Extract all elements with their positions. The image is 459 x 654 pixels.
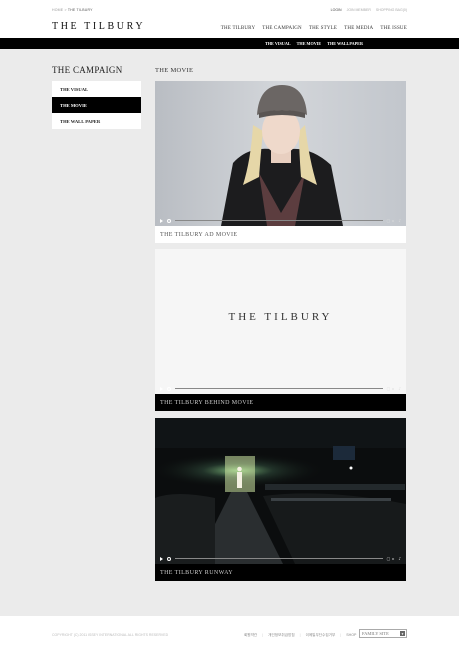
utility-links: LOGIN JOIN MEMBER SHOPPING BAG(0) [331, 8, 407, 12]
play-icon[interactable] [160, 218, 163, 223]
model-photo [155, 81, 406, 226]
volume-icon[interactable]: ♪ [398, 218, 401, 223]
fullscreen-icon[interactable]: ▢ ▫ [387, 556, 395, 561]
sidebar-item-the-wall-paper[interactable]: THE WALL PAPER [52, 113, 141, 129]
seek-track[interactable] [175, 220, 383, 221]
video-caption: THE TILBURY RUNWAY [155, 564, 406, 581]
nav-the-campaign[interactable]: THE CAMPAIGN [262, 26, 302, 31]
subnav-the-movie[interactable]: THE MOVIE [297, 41, 322, 46]
volume-icon[interactable]: ♪ [398, 386, 401, 391]
seek-track[interactable] [175, 558, 383, 559]
shopping-bag-link[interactable]: SHOPPING BAG(0) [376, 8, 407, 12]
page-title: THE MOVIE [155, 67, 194, 74]
global-nav: THE TILBURY THE CAMPAIGN THE STYLE THE M… [221, 26, 407, 31]
nav-the-tilbury[interactable]: THE TILBURY [221, 26, 255, 31]
play-icon[interactable] [160, 386, 163, 391]
volume-icon[interactable]: ♪ [398, 556, 401, 561]
footer-links: 회원약관 | 개인정보취급방침 | 이메일무단수집거부 | SHOP [244, 633, 356, 638]
breadcrumb-current: THE TILBURY [67, 8, 93, 12]
video-card-runway: ▢ ▫ ♪ THE TILBURY RUNWAY [155, 418, 406, 581]
video-player[interactable]: THE TILBURY ▢ ▫ ♪ [155, 249, 406, 394]
play-icon[interactable] [160, 556, 163, 561]
seek-knob-icon[interactable] [167, 386, 171, 391]
sub-nav-bar [0, 38, 459, 49]
footer-divider: | [340, 633, 342, 637]
footer-divider: | [299, 633, 301, 637]
video-card-ad-movie: ▢ ▫ ♪ THE TILBURY AD MOVIE [155, 81, 406, 243]
footer-link-privacy[interactable]: 개인정보취급방침 [268, 633, 294, 638]
fullscreen-icon[interactable]: ▢ ▫ [387, 386, 395, 391]
player-controls: ▢ ▫ ♪ [155, 553, 406, 564]
player-logo-text: THE TILBURY [228, 311, 333, 323]
subnav-the-visual[interactable]: THE VISUAL [265, 41, 291, 46]
seek-knob-icon[interactable] [167, 556, 171, 561]
video-player[interactable]: ▢ ▫ ♪ [155, 418, 406, 564]
sidebar-menu: THE VISUAL THE MOVIE THE WALL PAPER [52, 81, 141, 129]
nav-the-issue[interactable]: THE ISSUE [380, 26, 407, 31]
fullscreen-icon[interactable]: ▢ ▫ [387, 218, 395, 223]
video-player[interactable]: ▢ ▫ ♪ [155, 81, 406, 226]
chevron-down-icon[interactable]: ▼ [400, 631, 405, 636]
sub-nav: THE VISUAL THE MOVIE THE WALLPAPER [265, 41, 363, 46]
sidebar-title: THE CAMPAIGN [52, 65, 123, 75]
footer-link-shop[interactable]: SHOP [346, 633, 356, 638]
video-caption: THE TILBURY AD MOVIE [155, 226, 406, 243]
video-card-behind-movie: THE TILBURY ▢ ▫ ♪ THE TILBURY BEHIND MOV… [155, 249, 406, 411]
top-header [0, 0, 459, 38]
video-caption: THE TILBURY BEHIND MOVIE [155, 394, 406, 411]
footer-divider: | [262, 633, 264, 637]
player-controls: ▢ ▫ ♪ [155, 215, 406, 226]
family-site-label: FAMILY SITE [362, 631, 389, 636]
brand-logo[interactable]: THE TILBURY [52, 21, 145, 32]
login-link[interactable]: LOGIN [331, 8, 342, 12]
runway-photo [155, 418, 406, 564]
subnav-the-wallpaper[interactable]: THE WALLPAPER [327, 41, 363, 46]
sidebar-item-the-visual[interactable]: THE VISUAL [52, 81, 141, 97]
footer-link-terms[interactable]: 회원약관 [244, 633, 257, 638]
nav-the-media[interactable]: THE MEDIA [344, 26, 373, 31]
breadcrumb-home[interactable]: HOME [52, 8, 63, 12]
breadcrumb: HOME > THE TILBURY [52, 8, 93, 12]
footer-link-email-policy[interactable]: 이메일무단수집거부 [306, 633, 336, 638]
copyright: COPYRIGHT (C) 2011 ISSEY INTERNATIONAL A… [52, 633, 169, 637]
nav-the-style[interactable]: THE STYLE [309, 26, 337, 31]
join-link[interactable]: JOIN MEMBER [347, 8, 371, 12]
player-controls: ▢ ▫ ♪ [155, 383, 406, 394]
family-site-select[interactable]: FAMILY SITE ▼ [359, 629, 407, 638]
sidebar-item-the-movie[interactable]: THE MOVIE [52, 97, 141, 113]
seek-track[interactable] [175, 388, 383, 389]
seek-knob-icon[interactable] [167, 218, 171, 223]
